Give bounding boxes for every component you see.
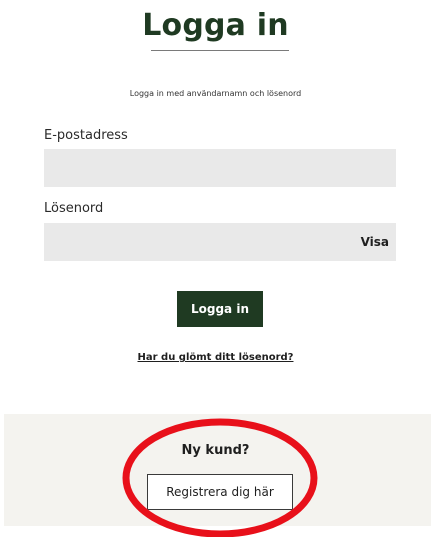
login-subtitle: Logga in med användarnamn och lösenord: [129, 89, 302, 98]
forgot-password-link[interactable]: Har du glömt ditt lösenord?: [138, 352, 294, 363]
page-title: Logga in: [142, 8, 289, 43]
login-page: Logga in Logga in med användarnamn och l…: [0, 0, 431, 537]
show-password-toggle[interactable]: Visa: [350, 223, 396, 261]
password-label: Lösenord: [44, 201, 104, 216]
new-customer-heading: Ny kund?: [181, 443, 250, 458]
password-field[interactable]: [44, 223, 396, 261]
register-button[interactable]: Registrera dig här: [147, 474, 293, 510]
forgot-password-container: Har du glömt ditt lösenord?: [0, 352, 431, 363]
login-button[interactable]: Logga in: [177, 291, 263, 327]
email-field[interactable]: [44, 149, 396, 187]
title-underline: [151, 50, 289, 51]
email-label: E-postadress: [44, 128, 128, 143]
